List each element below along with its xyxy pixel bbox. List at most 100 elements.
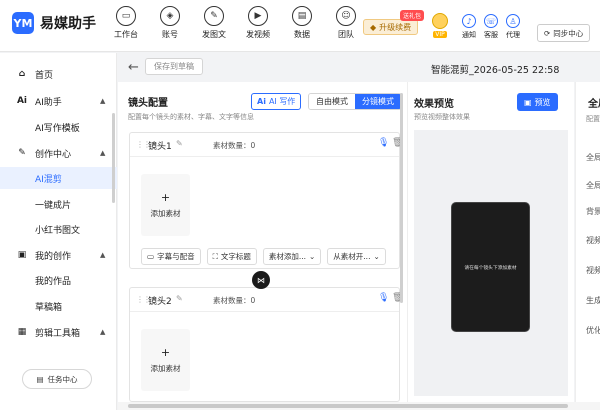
sidebar-item-label: 我的作品 [35, 276, 72, 287]
material-count: 素材数量：0 [213, 296, 256, 305]
agent-button[interactable]: ♙ 代理 [502, 14, 524, 40]
global-config-panel: 全局 配置 全局 全局 背景 视频 视频 生成 优化 [575, 82, 600, 402]
sidebar-item-label: 一键成片 [35, 200, 72, 211]
nav-label: 发图文 [202, 30, 226, 39]
sidebar-item-home[interactable]: ⌂ 首页 [0, 63, 117, 85]
upgrade-button[interactable]: ◆ 升级续费 [363, 19, 419, 35]
sync-icon: ⟳ [544, 28, 551, 38]
sidebar-item-ai-writing-template[interactable]: AI写作模板 [0, 116, 117, 138]
sidebar-item-ai-assistant[interactable]: Ai AI助手 ▲ [0, 90, 117, 112]
nav-team[interactable]: ☺ 团队 [324, 6, 368, 40]
task-center-button[interactable]: ▤ 任务中心 [22, 369, 92, 389]
support-icon: ☏ [484, 14, 498, 28]
preview-title: 效果预览 [414, 99, 454, 110]
free-mode-button[interactable]: 自由模式 [309, 94, 355, 109]
app-name: 易媒助手 [40, 16, 96, 32]
sidebar-item-label: AI助手 [35, 97, 62, 108]
toolbox-icon: ▦ [17, 327, 27, 337]
global-option[interactable]: 背景 [586, 206, 600, 217]
nav-data[interactable]: ▤ 数据 [280, 6, 324, 40]
text-title-label: 文字标题 [220, 252, 251, 261]
sync-center-button[interactable]: ⟳ 同步中心 [537, 24, 591, 42]
preview-panel: 效果预览 预览视频整体效果 ▣ 预览 请在每个镜头下添加素材 [407, 82, 574, 402]
ai-icon: Ai [257, 97, 266, 106]
sidebar-item-one-click-video[interactable]: 一键成片 [0, 193, 117, 215]
nav-label: 发视频 [246, 30, 270, 39]
clip-actions: ▭ 字幕与配音 ⛶ 文字标题 素材添加... ⌄ 从素材开... ⌄ [141, 248, 386, 265]
bell-icon: ♪ [462, 14, 476, 28]
nav-label: 工作台 [114, 30, 138, 39]
microphone-icon[interactable]: 🎙 [378, 138, 389, 148]
add-material-button[interactable]: + 添加素材 [141, 329, 190, 391]
global-option[interactable]: 生成 [586, 295, 600, 306]
global-option[interactable]: 视频 [586, 235, 600, 246]
sidebar-item-drafts[interactable]: 草稿箱 [0, 295, 117, 317]
save-draft-button[interactable]: 保存到草稿 [145, 58, 203, 75]
diamond-icon: ◆ [370, 22, 377, 32]
microphone-icon[interactable]: 🎙 [378, 293, 389, 303]
video-icon: ▶ [248, 6, 268, 26]
create-icon: ✎ [18, 148, 26, 158]
plus-icon: + [160, 191, 171, 204]
clip-card: ⋮⋮ 镜头1 ✎ 素材数量：0 🎙 🗑 + 添加素材 ▭ 字幕与配音 ⛶ 文字标… [129, 132, 403, 269]
sidebar-item-toolbox[interactable]: ▦ 剪辑工具箱 ▲ [0, 321, 117, 343]
sidebar-item-ai-mix-cut[interactable]: AI混剪 [0, 167, 117, 189]
add-material-label: 添加素材 [150, 364, 181, 373]
sidebar-item-creation-center[interactable]: ✎ 创作中心 ▲ [0, 142, 117, 164]
source-add-dropdown[interactable]: 素材添加... ⌄ [262, 248, 322, 265]
sidebar-item-xiaohongshu[interactable]: 小红书图文 [0, 218, 117, 240]
home-icon: ⌂ [18, 69, 26, 79]
brand[interactable]: YM 易媒助手 [12, 12, 96, 34]
nav-post-video[interactable]: ▶ 发视频 [236, 6, 280, 40]
clip-card: ⋮⋮ 镜头2 ✎ 素材数量：0 🎙 🗑 + 添加素材 [129, 287, 403, 402]
sidebar-item-label: 草稿箱 [35, 302, 63, 313]
task-center-label: 任务中心 [47, 374, 78, 384]
global-option[interactable]: 全局 [586, 152, 600, 163]
phone-placeholder-text: 请在每个镜头下添加素材 [464, 264, 517, 271]
upgrade-label: 升级续费 [379, 22, 412, 32]
sidebar-scrollbar[interactable] [112, 113, 115, 203]
global-option[interactable]: 视频 [586, 265, 600, 276]
text-title-button[interactable]: ⛶ 文字标题 [206, 248, 257, 265]
edit-icon[interactable]: ✎ [176, 139, 183, 148]
subtitle-dub-button[interactable]: ▭ 字幕与配音 [141, 248, 201, 265]
chevron-up-icon: ▲ [100, 328, 106, 336]
nav-workbench[interactable]: ▭ 工作台 [104, 6, 148, 40]
sidebar-item-label: 创作中心 [35, 149, 72, 160]
nav-account[interactable]: ◈ 账号 [148, 6, 192, 40]
storyboard-mode-button[interactable]: 分镜模式 [355, 94, 401, 109]
support-button[interactable]: ☏ 客服 [480, 14, 502, 40]
notifications-button[interactable]: ♪ 通知 [458, 14, 480, 40]
preview-button[interactable]: ▣ 预览 [517, 93, 558, 111]
global-option[interactable]: 全局 [586, 180, 600, 191]
subtitle-dub-label: 字幕与配音 [157, 252, 195, 261]
sidebar-item-label: 我的创作 [35, 251, 72, 262]
add-material-button[interactable]: + 添加素材 [141, 174, 190, 236]
notifications-label: 通知 [462, 31, 476, 39]
horizontal-scrollbar[interactable] [128, 404, 568, 408]
chevron-down-icon: ⌄ [373, 252, 380, 261]
sync-label: 同步中心 [553, 28, 584, 38]
from-source-dropdown[interactable]: 从素材开... ⌄ [327, 248, 386, 265]
global-option[interactable]: 优化 [586, 325, 600, 336]
panel-subtitle: 配置每个镜头的素材、字幕、文字等信息 [128, 113, 254, 121]
back-arrow-icon[interactable]: ← [128, 60, 139, 75]
clip-config-panel: 镜头配置 配置每个镜头的素材、字幕、文字等信息 Ai AI 写作 自由模式 分镜… [118, 82, 407, 402]
chevron-up-icon: ▲ [100, 97, 106, 105]
vip-badge: VIP [433, 31, 447, 38]
data-icon: ▤ [292, 6, 312, 26]
agent-label: 代理 [506, 31, 520, 39]
chevron-up-icon: ▲ [100, 251, 106, 259]
sidebar-item-my-creations[interactable]: ▣ 我的创作 ▲ [0, 244, 117, 266]
nav-post-article[interactable]: ✎ 发图文 [192, 6, 236, 40]
panel-scrollbar[interactable] [400, 93, 403, 303]
edit-icon[interactable]: ✎ [176, 294, 183, 303]
top-right-actions: ♪ 通知 ☏ 客服 ♙ 代理 [458, 14, 524, 40]
ai-icon: Ai [16, 96, 28, 106]
panel-title: 镜头配置 [128, 98, 168, 109]
sidebar-item-my-works[interactable]: 我的作品 [0, 269, 117, 291]
split-handle-icon[interactable]: ⋈ [252, 271, 270, 289]
user-avatar[interactable]: VIP [432, 13, 448, 38]
sidebar-item-label: 小红书图文 [35, 225, 81, 236]
ai-write-button[interactable]: Ai AI 写作 [251, 93, 302, 110]
